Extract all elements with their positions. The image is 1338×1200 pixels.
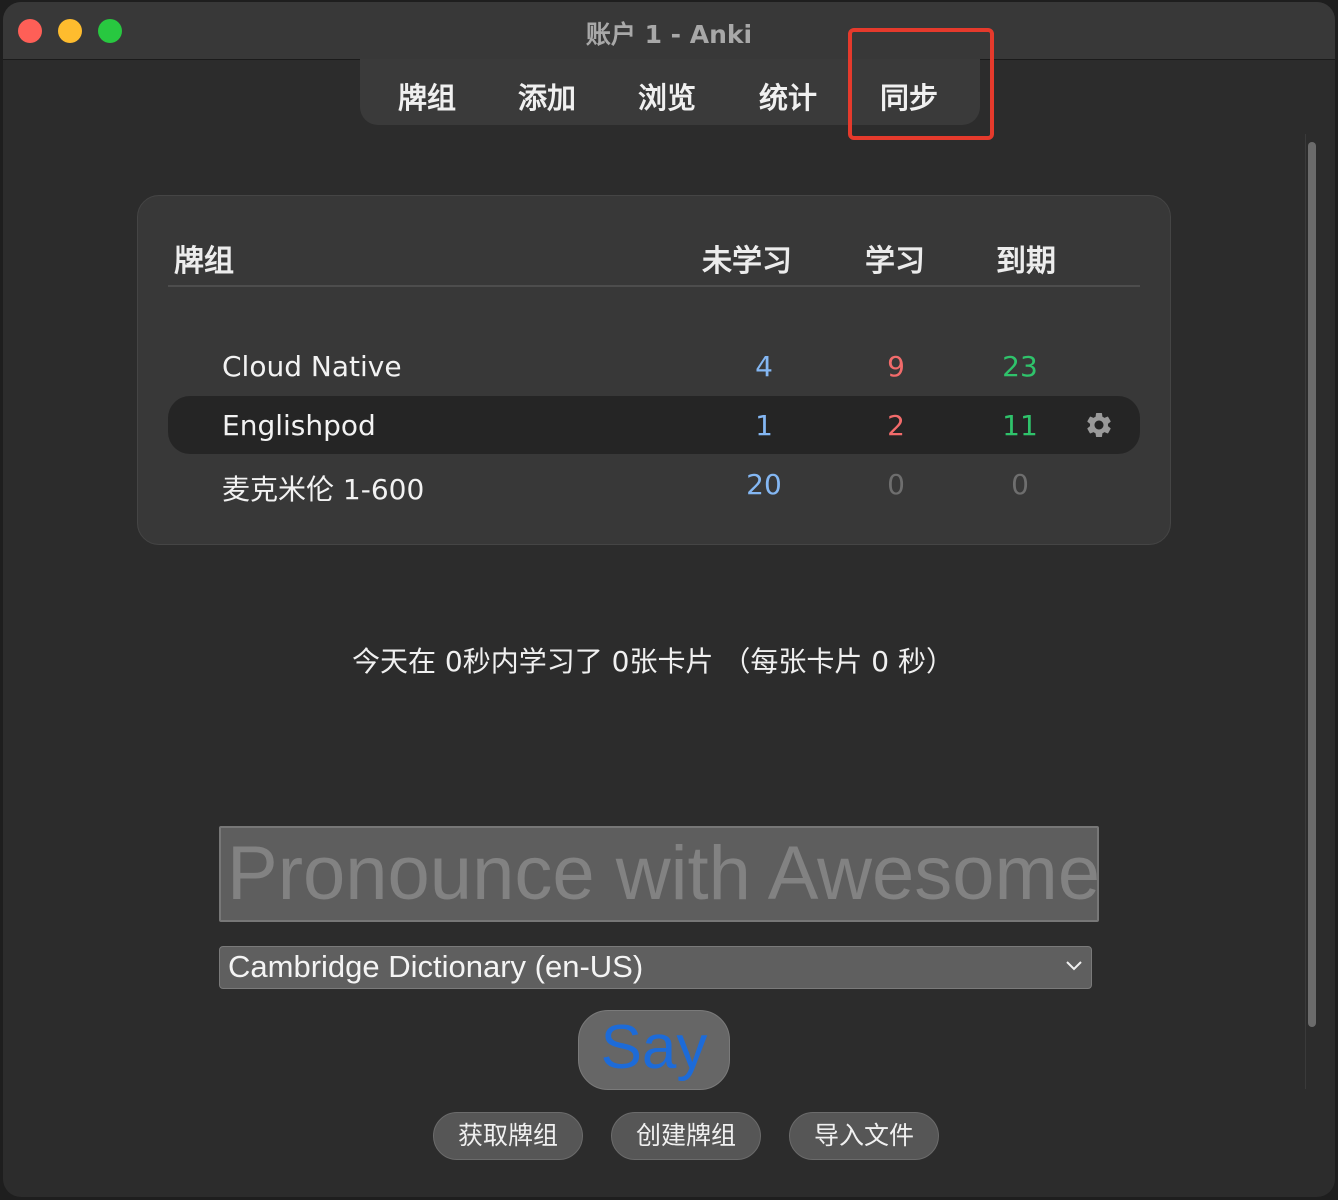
vertical-scrollbar[interactable] (1305, 134, 1318, 1089)
new-count: 4 (755, 350, 773, 383)
learn-count: 0 (887, 468, 905, 501)
due-count: 11 (1002, 409, 1038, 442)
study-stats-text: 今天在 0秒内学习了 0张卡片 （每张卡片 0 秒） (352, 645, 954, 678)
get-shared-decks-button[interactable]: 获取牌组 (433, 1112, 583, 1160)
deck-row[interactable]: 麦克米伦 1-600 20 0 0 (168, 455, 1140, 513)
awesome-tts-input[interactable]: Pronounce with Awesome TTS (219, 826, 1099, 922)
learn-count: 2 (887, 409, 905, 442)
chevron-down-icon (1066, 961, 1082, 971)
deck-list-panel: 牌组 未学习 学习 到期 Cloud Native 4 9 23 English… (137, 195, 1171, 545)
say-button[interactable]: Say (578, 1010, 730, 1090)
tts-service-selected: Cambridge Dictionary (en-US) (228, 949, 644, 984)
sync-highlight-box (848, 28, 994, 140)
header-new: 未学习 (702, 244, 792, 279)
deck-name[interactable]: 麦克米伦 1-600 (222, 468, 424, 508)
gear-icon[interactable] (1084, 410, 1114, 440)
due-count: 0 (1011, 468, 1029, 501)
create-deck-button[interactable]: 创建牌组 (611, 1112, 761, 1160)
window-title: 账户 1 - Anki (585, 20, 753, 49)
tab-stats[interactable]: 统计 (759, 75, 817, 117)
scrollbar-thumb[interactable] (1308, 142, 1316, 1027)
header-deck: 牌组 (174, 244, 234, 279)
learn-count: 9 (887, 350, 905, 383)
header-divider (168, 285, 1140, 287)
new-count: 1 (755, 409, 773, 442)
tts-service-select[interactable]: Cambridge Dictionary (en-US) (219, 946, 1092, 989)
tab-browse[interactable]: 浏览 (638, 75, 696, 117)
tab-decks[interactable]: 牌组 (398, 75, 456, 117)
import-file-button[interactable]: 导入文件 (789, 1112, 939, 1160)
tab-add[interactable]: 添加 (518, 75, 576, 117)
deck-name[interactable]: Cloud Native (222, 350, 402, 383)
new-count: 20 (746, 468, 782, 501)
deck-row-selected[interactable]: Englishpod 1 2 11 (168, 396, 1140, 454)
title-bar: 账户 1 - Anki (3, 2, 1335, 60)
due-count: 23 (1002, 350, 1038, 383)
deck-row[interactable]: Cloud Native 4 9 23 (168, 337, 1140, 395)
header-learn: 学习 (865, 244, 925, 279)
deck-name[interactable]: Englishpod (222, 409, 376, 442)
header-due: 到期 (996, 244, 1056, 279)
anki-window: 账户 1 - Anki 牌组 添加 浏览 统计 同步 牌组 未学习 学习 到期 … (3, 2, 1335, 1197)
